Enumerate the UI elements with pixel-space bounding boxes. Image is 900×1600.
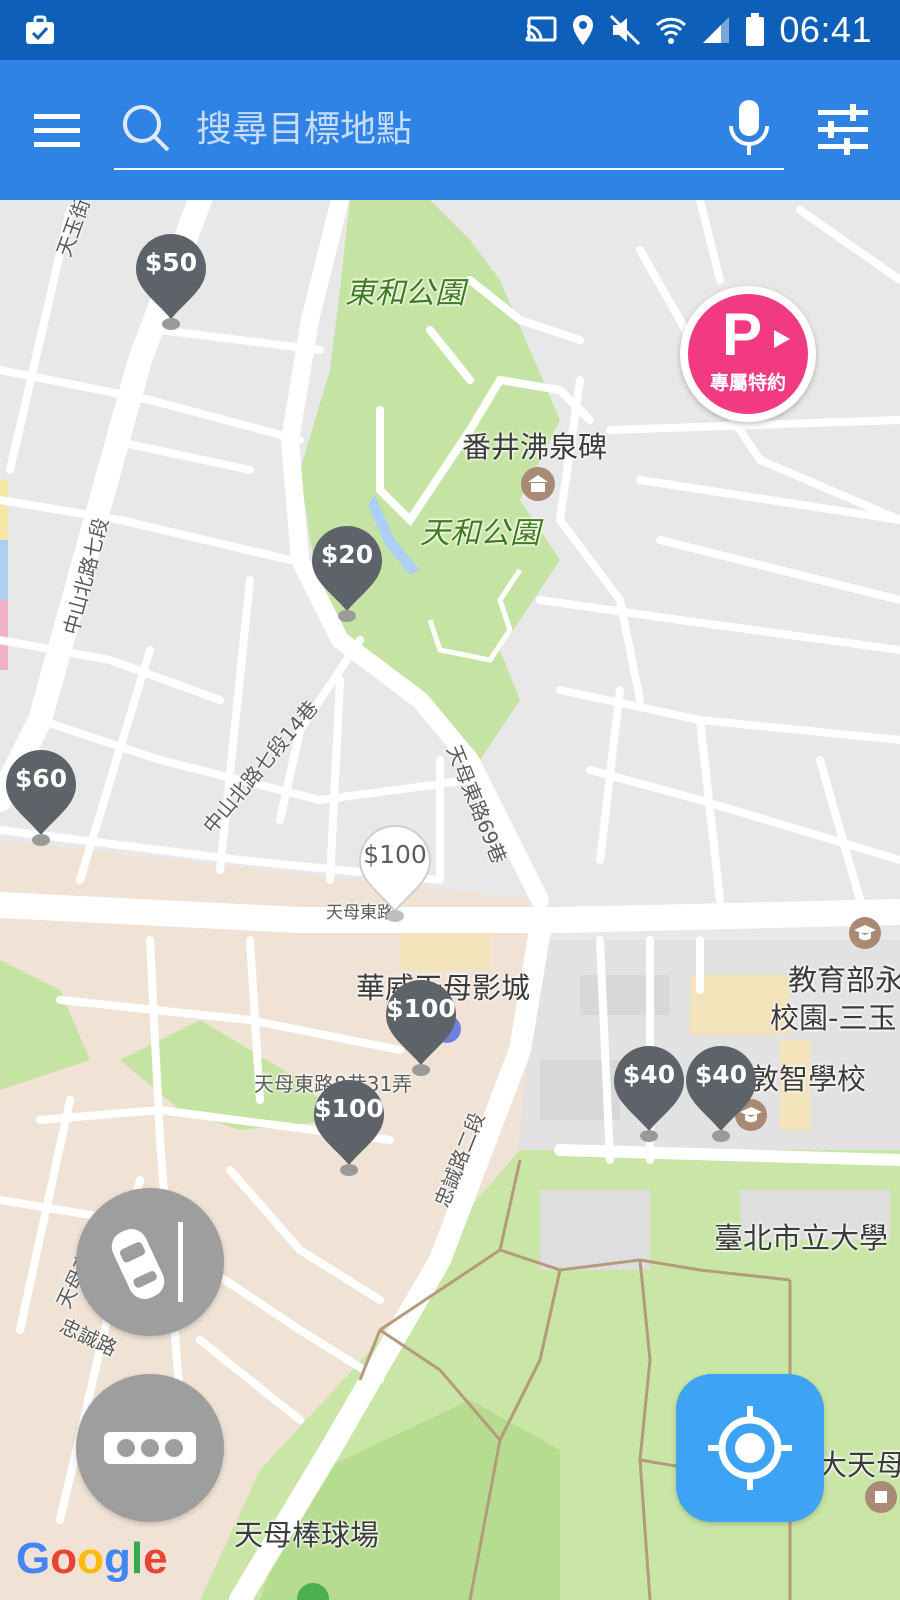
- signal-icon: [703, 17, 730, 43]
- menu-icon[interactable]: [30, 104, 84, 156]
- landmark-icon[interactable]: [520, 466, 556, 502]
- price-pin[interactable]: $60: [4, 748, 78, 852]
- price-pin[interactable]: $100: [312, 1078, 386, 1182]
- price-pin[interactable]: $100: [358, 824, 432, 928]
- more-dots-icon: [104, 1432, 196, 1464]
- park-marker-icon[interactable]: [296, 1582, 330, 1600]
- car-parking-icon: [111, 1222, 183, 1302]
- park-label-donghe: 東和公園: [345, 276, 465, 311]
- exclusive-deal-badge: P 專屬特約: [688, 294, 808, 414]
- search-bar[interactable]: [114, 90, 784, 170]
- stop-icon[interactable]: [864, 1480, 898, 1514]
- locate-crosshair-icon: [708, 1406, 792, 1490]
- filter-sliders-icon[interactable]: [816, 104, 870, 156]
- parking-p-letter: P: [722, 301, 763, 368]
- pin-price: $20: [320, 540, 374, 569]
- pin-price: $40: [622, 1060, 676, 1089]
- price-pin[interactable]: $100: [384, 978, 458, 1082]
- google-logo-letter: g: [104, 1534, 131, 1583]
- park-label-tianhe: 天和公園: [420, 516, 540, 551]
- pin-price: $50: [144, 248, 198, 277]
- google-logo-letter: e: [143, 1534, 168, 1583]
- top-app-bar: [0, 60, 900, 200]
- poi-label-minzhi[interactable]: 敦智學校: [750, 1056, 866, 1098]
- pin-price: $100: [386, 994, 456, 1023]
- poi-label-campus[interactable]: 校園-三玉: [770, 995, 896, 1037]
- poi-label-datianmu[interactable]: 大天母: [818, 1442, 900, 1484]
- location-icon: [573, 15, 594, 45]
- cast-icon: [525, 16, 557, 42]
- more-options-button[interactable]: [76, 1374, 224, 1522]
- search-icon: [123, 105, 170, 152]
- google-logo-letter: l: [130, 1534, 144, 1583]
- google-logo-letter: o: [77, 1534, 105, 1583]
- wifi-icon: [656, 17, 687, 44]
- poi-label-edu[interactable]: 教育部永: [788, 957, 900, 999]
- pin-price: $40: [694, 1060, 748, 1089]
- mute-icon: [610, 14, 641, 46]
- poi-label-baseball[interactable]: 天母棒球場: [234, 1512, 379, 1554]
- pin-price: $100: [314, 1094, 384, 1123]
- play-arrow-icon: [774, 330, 790, 348]
- pin-price: $100: [363, 840, 427, 869]
- battery-icon: [746, 13, 765, 46]
- google-logo-letter: o: [50, 1534, 78, 1583]
- search-input[interactable]: [194, 100, 698, 158]
- pin-price: $60: [14, 764, 68, 793]
- google-logo-letter: G: [16, 1534, 51, 1583]
- poi-label-univ[interactable]: 臺北市立大學: [714, 1215, 888, 1257]
- status-time: 06:41: [779, 9, 872, 50]
- price-pin[interactable]: $50: [134, 232, 208, 336]
- poi-label-fanjing[interactable]: 番井沸泉碑: [462, 424, 607, 466]
- exclusive-deal-button[interactable]: P 專屬特約: [680, 286, 816, 422]
- price-pin[interactable]: $20: [310, 524, 384, 628]
- briefcase-check-icon: [26, 15, 54, 44]
- locate-me-button[interactable]: [676, 1374, 824, 1522]
- google-logo: Google: [16, 1534, 168, 1584]
- status-icons: 06:41: [525, 0, 872, 60]
- mic-icon[interactable]: [724, 98, 774, 158]
- car-parking-button[interactable]: [76, 1188, 224, 1336]
- price-pin[interactable]: $40: [612, 1044, 686, 1148]
- exclusive-deal-label: 專屬特約: [709, 372, 786, 394]
- school-icon[interactable]: [848, 916, 882, 950]
- price-pin[interactable]: $40: [684, 1044, 758, 1148]
- status-bar: 06:41: [0, 0, 900, 60]
